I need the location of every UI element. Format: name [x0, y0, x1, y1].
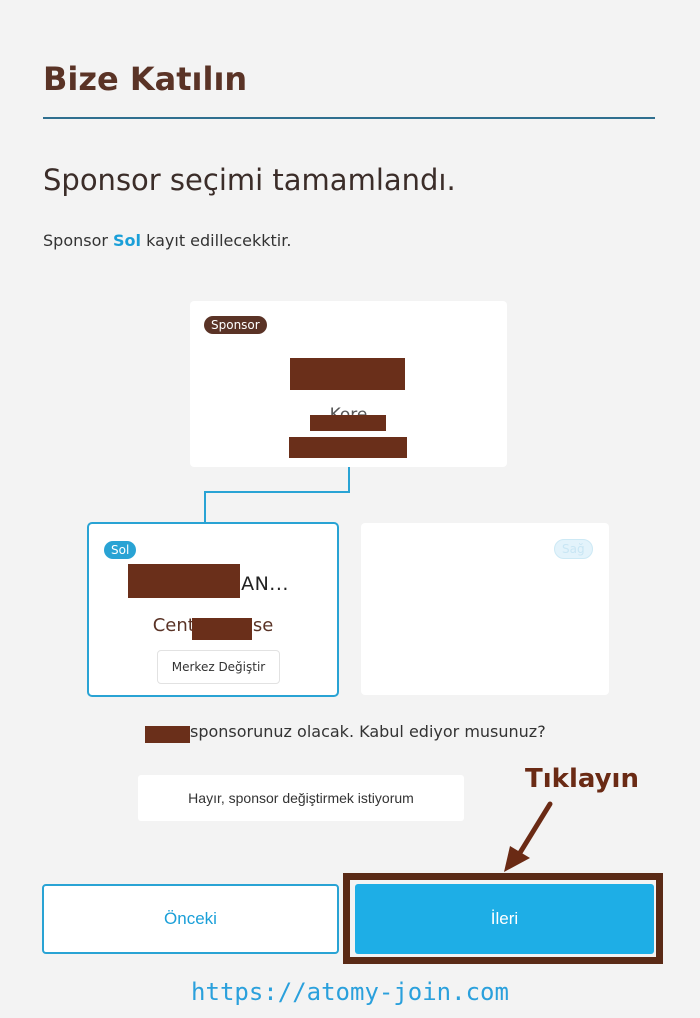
next-button[interactable]: İleri [355, 884, 654, 954]
right-position-card[interactable]: Sağ [361, 523, 609, 695]
tree-connector-left-drop [204, 491, 206, 523]
center-prefix: Cent [152, 615, 195, 636]
page-header-title: Bize Katılın [43, 60, 248, 98]
sponsor-badge: Sponsor [204, 316, 267, 334]
tree-connector-vertical [348, 467, 350, 493]
sponsor-card: Sponsor Kore [190, 301, 507, 467]
confirm-question: sponsorunuz olacak. Kabul ediyor musunuz… [190, 722, 546, 741]
watermark-url: https://atomy-join.com [191, 978, 509, 1006]
redacted-left-name [128, 564, 240, 598]
info-prefix: Sponsor [43, 231, 114, 250]
redacted-sponsor-name-inline [145, 726, 190, 743]
info-suffix: kayıt edillecekktir. [141, 231, 292, 250]
redacted-sponsor-id [289, 437, 407, 458]
left-member-name-visible: AN... [241, 573, 289, 595]
click-here-annotation: Tıklayın [525, 764, 639, 794]
center-suffix: se [252, 615, 274, 636]
tree-connector-horizontal [204, 491, 350, 493]
annotation-arrow-icon [504, 801, 553, 872]
change-center-button[interactable]: Merkez Değiştir [157, 650, 280, 684]
page-title: Sponsor seçimi tamamlandı. [43, 163, 456, 197]
info-side: Sol [113, 231, 142, 250]
left-badge: Sol [104, 541, 137, 559]
previous-button[interactable]: Önceki [42, 884, 339, 954]
right-badge: Sağ [554, 539, 593, 559]
header-divider [43, 117, 655, 119]
left-position-card[interactable]: Sol AN... Cent se Merkez Değiştir [87, 522, 339, 697]
redacted-center-name [192, 618, 252, 640]
sponsor-placement-info: Sponsor Sol kayıt edillecekktir. [43, 231, 291, 250]
redacted-sponsor-name [290, 358, 405, 390]
change-sponsor-button[interactable]: Hayır, sponsor değiştirmek istiyorum [138, 775, 464, 821]
redacted-sponsor-country [310, 415, 386, 431]
